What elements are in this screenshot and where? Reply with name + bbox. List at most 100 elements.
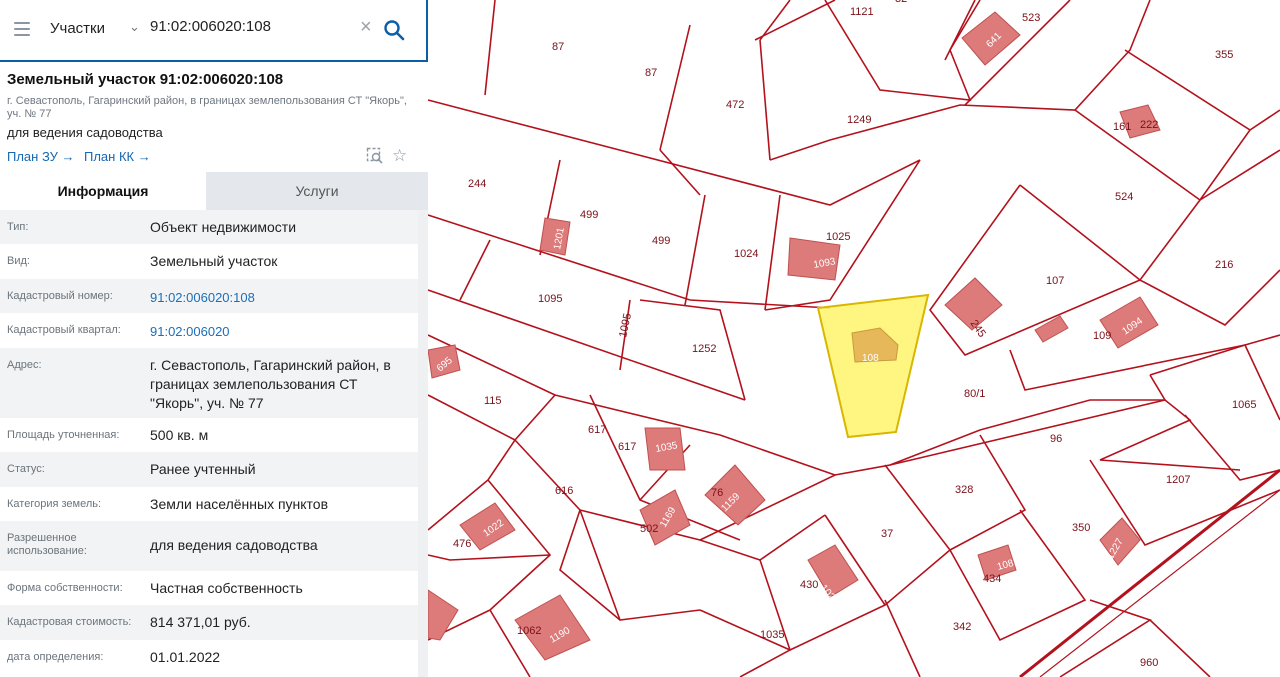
arrow-right-icon: → bbox=[137, 149, 151, 164]
info-row: Форма собственности: Частная собственност… bbox=[0, 571, 418, 605]
parcel-label: 342 bbox=[953, 621, 971, 633]
info-row-label: Тип: bbox=[7, 221, 29, 233]
parcel-label: 32 bbox=[895, 0, 907, 5]
parcel-label: 222 bbox=[1140, 119, 1158, 131]
info-row-label: Кадастровая стоимость: bbox=[7, 616, 132, 628]
selected-parcel[interactable]: 108 bbox=[816, 293, 930, 439]
info-row-link[interactable]: 91:02:006020:108 bbox=[150, 288, 410, 307]
plan-zu-link[interactable]: План ЗУ → bbox=[7, 149, 75, 164]
scrollbar[interactable] bbox=[418, 210, 428, 677]
info-row-label: Разрешенное использование: bbox=[7, 532, 87, 557]
clear-icon[interactable]: × bbox=[360, 17, 372, 37]
info-row-label: Кадастровый квартал: bbox=[7, 324, 121, 336]
parcel-label: 499 bbox=[652, 235, 670, 247]
info-row-label: Кадастровый номер: bbox=[7, 290, 113, 302]
parcel-label: 216 bbox=[1215, 259, 1233, 271]
tab-bar: Информация Услуги bbox=[0, 172, 428, 210]
info-row-value: Частная собственность bbox=[150, 580, 303, 596]
parcel-label: 960 bbox=[1140, 657, 1158, 669]
parcel-label: 476 bbox=[453, 538, 471, 550]
parcel-label: 1095 bbox=[617, 312, 634, 338]
parcel-label: 37 bbox=[881, 528, 893, 540]
info-row-label: Форма собственности: bbox=[7, 582, 123, 594]
parcel-label: 616 bbox=[555, 485, 573, 497]
parcel-label: 244 bbox=[468, 178, 486, 190]
parcel-label: 76 bbox=[711, 487, 723, 499]
info-row-label: Адрес: bbox=[7, 359, 42, 371]
info-row: дата определения: 01.01.2022 bbox=[0, 640, 418, 675]
parcel-label: 115 bbox=[484, 395, 502, 407]
chevron-down-icon[interactable]: ⌄ bbox=[129, 19, 140, 35]
parcel-label: 107 bbox=[1046, 275, 1064, 287]
plan-zu-label: План ЗУ bbox=[7, 149, 58, 164]
parcel-label: 1062 bbox=[517, 625, 541, 637]
info-row-value: 01.01.2022 bbox=[150, 649, 221, 665]
info-row-value: Объект недвижимости bbox=[150, 219, 297, 235]
parcel-label: 1121 bbox=[850, 6, 874, 18]
parcel-label: 109 bbox=[1093, 330, 1111, 342]
parcel-label: 1035 bbox=[760, 629, 784, 641]
parcel-label: 523 bbox=[1022, 12, 1040, 24]
search-box: Участки ⌄ × bbox=[0, 0, 426, 62]
info-row-value: 500 кв. м bbox=[150, 427, 209, 443]
parcel-label: 1252 bbox=[692, 343, 716, 355]
search-icon[interactable] bbox=[383, 19, 405, 41]
parcel-label: 472 bbox=[726, 99, 744, 111]
parcel-label: 355 bbox=[1215, 49, 1233, 61]
parcel-label: 617 bbox=[588, 424, 606, 436]
plan-kk-label: План КК bbox=[84, 149, 135, 164]
search-bar: Участки ⌄ × ❮ bbox=[0, 0, 428, 62]
parcel-label: 499 bbox=[580, 209, 598, 221]
parcel-label: 1025 bbox=[826, 231, 850, 243]
parcel-label: 80/1 bbox=[964, 388, 985, 400]
parcel-label: 1065 bbox=[1232, 399, 1256, 411]
parcel-label: 524 bbox=[1115, 191, 1133, 203]
star-icon[interactable]: ☆ bbox=[392, 146, 407, 166]
info-row-value: г. Севастополь, Гагаринский район, в гра… bbox=[150, 357, 391, 411]
tab-information[interactable]: Информация bbox=[0, 172, 206, 210]
info-row: Кадастровый квартал: 91:02:006020 bbox=[0, 313, 418, 348]
info-row: Площадь уточненная: 500 кв. м bbox=[0, 418, 418, 452]
info-row-link[interactable]: 91:02:006020 bbox=[150, 322, 410, 341]
info-panel: Участки ⌄ × ❮ Земельный участок 91:02:00… bbox=[0, 0, 428, 677]
info-row-label: Вид: bbox=[7, 255, 30, 267]
info-row-value: Земли населённых пунктов bbox=[150, 496, 329, 512]
parcel-label: 87 bbox=[645, 67, 657, 79]
parcel-label: 502 bbox=[640, 523, 658, 535]
info-row-label: Статус: bbox=[7, 463, 45, 475]
parcel-label: 1207 bbox=[1166, 474, 1190, 486]
search-input[interactable] bbox=[150, 18, 350, 35]
parcel-label: 328 bbox=[955, 484, 973, 496]
info-row: Кадастровый номер: 91:02:006020:108 bbox=[0, 279, 418, 313]
tab-services[interactable]: Услуги bbox=[206, 172, 428, 210]
parcel-label: 1024 bbox=[734, 248, 758, 260]
parcel-label: 350 bbox=[1072, 522, 1090, 534]
find-on-map-icon[interactable] bbox=[366, 147, 384, 165]
building-labels: 6411201109310946951035116911591022102810… bbox=[435, 30, 1145, 645]
menu-icon[interactable] bbox=[14, 22, 30, 36]
info-row-label: Площадь уточненная: bbox=[7, 429, 120, 441]
parcel-label: 434 bbox=[983, 573, 1001, 585]
parcel-label: 617 bbox=[618, 441, 636, 453]
info-row: Категория земель: Земли населённых пункто… bbox=[0, 487, 418, 521]
object-title: Земельный участок 91:02:006020:108 bbox=[7, 71, 284, 88]
parcel-label: 430 bbox=[800, 579, 818, 591]
info-row-value: Ранее учтенный bbox=[150, 461, 256, 477]
info-row: Тип: Объект недвижимости bbox=[0, 210, 418, 244]
info-row-label: дата определения: bbox=[7, 651, 104, 663]
parcel-label: 1249 bbox=[847, 114, 871, 126]
object-address: г. Севастополь, Гагаринский район, в гра… bbox=[7, 95, 407, 120]
layer-select[interactable]: Участки bbox=[50, 20, 105, 37]
info-row: Вид: Земельный участок bbox=[0, 244, 418, 279]
selected-parcel-label: 108 bbox=[862, 353, 879, 364]
object-use: для ведения садоводства bbox=[7, 125, 163, 140]
parcel-label: 161 bbox=[1113, 121, 1131, 133]
info-row: Статус: Ранее учтенный bbox=[0, 452, 418, 487]
info-row: Адрес: г. Севастополь, Гагаринский район,… bbox=[0, 348, 418, 418]
info-row: Кадастровая стоимость: 814 371,01 руб. bbox=[0, 605, 418, 640]
plan-kk-link[interactable]: План КК → bbox=[84, 149, 151, 164]
parcel-label: 87 bbox=[552, 41, 564, 53]
info-row-label: Категория земель: bbox=[7, 498, 102, 510]
arrow-right-icon: → bbox=[61, 149, 75, 164]
info-row: Разрешенное использование: для ведения са… bbox=[0, 521, 418, 571]
